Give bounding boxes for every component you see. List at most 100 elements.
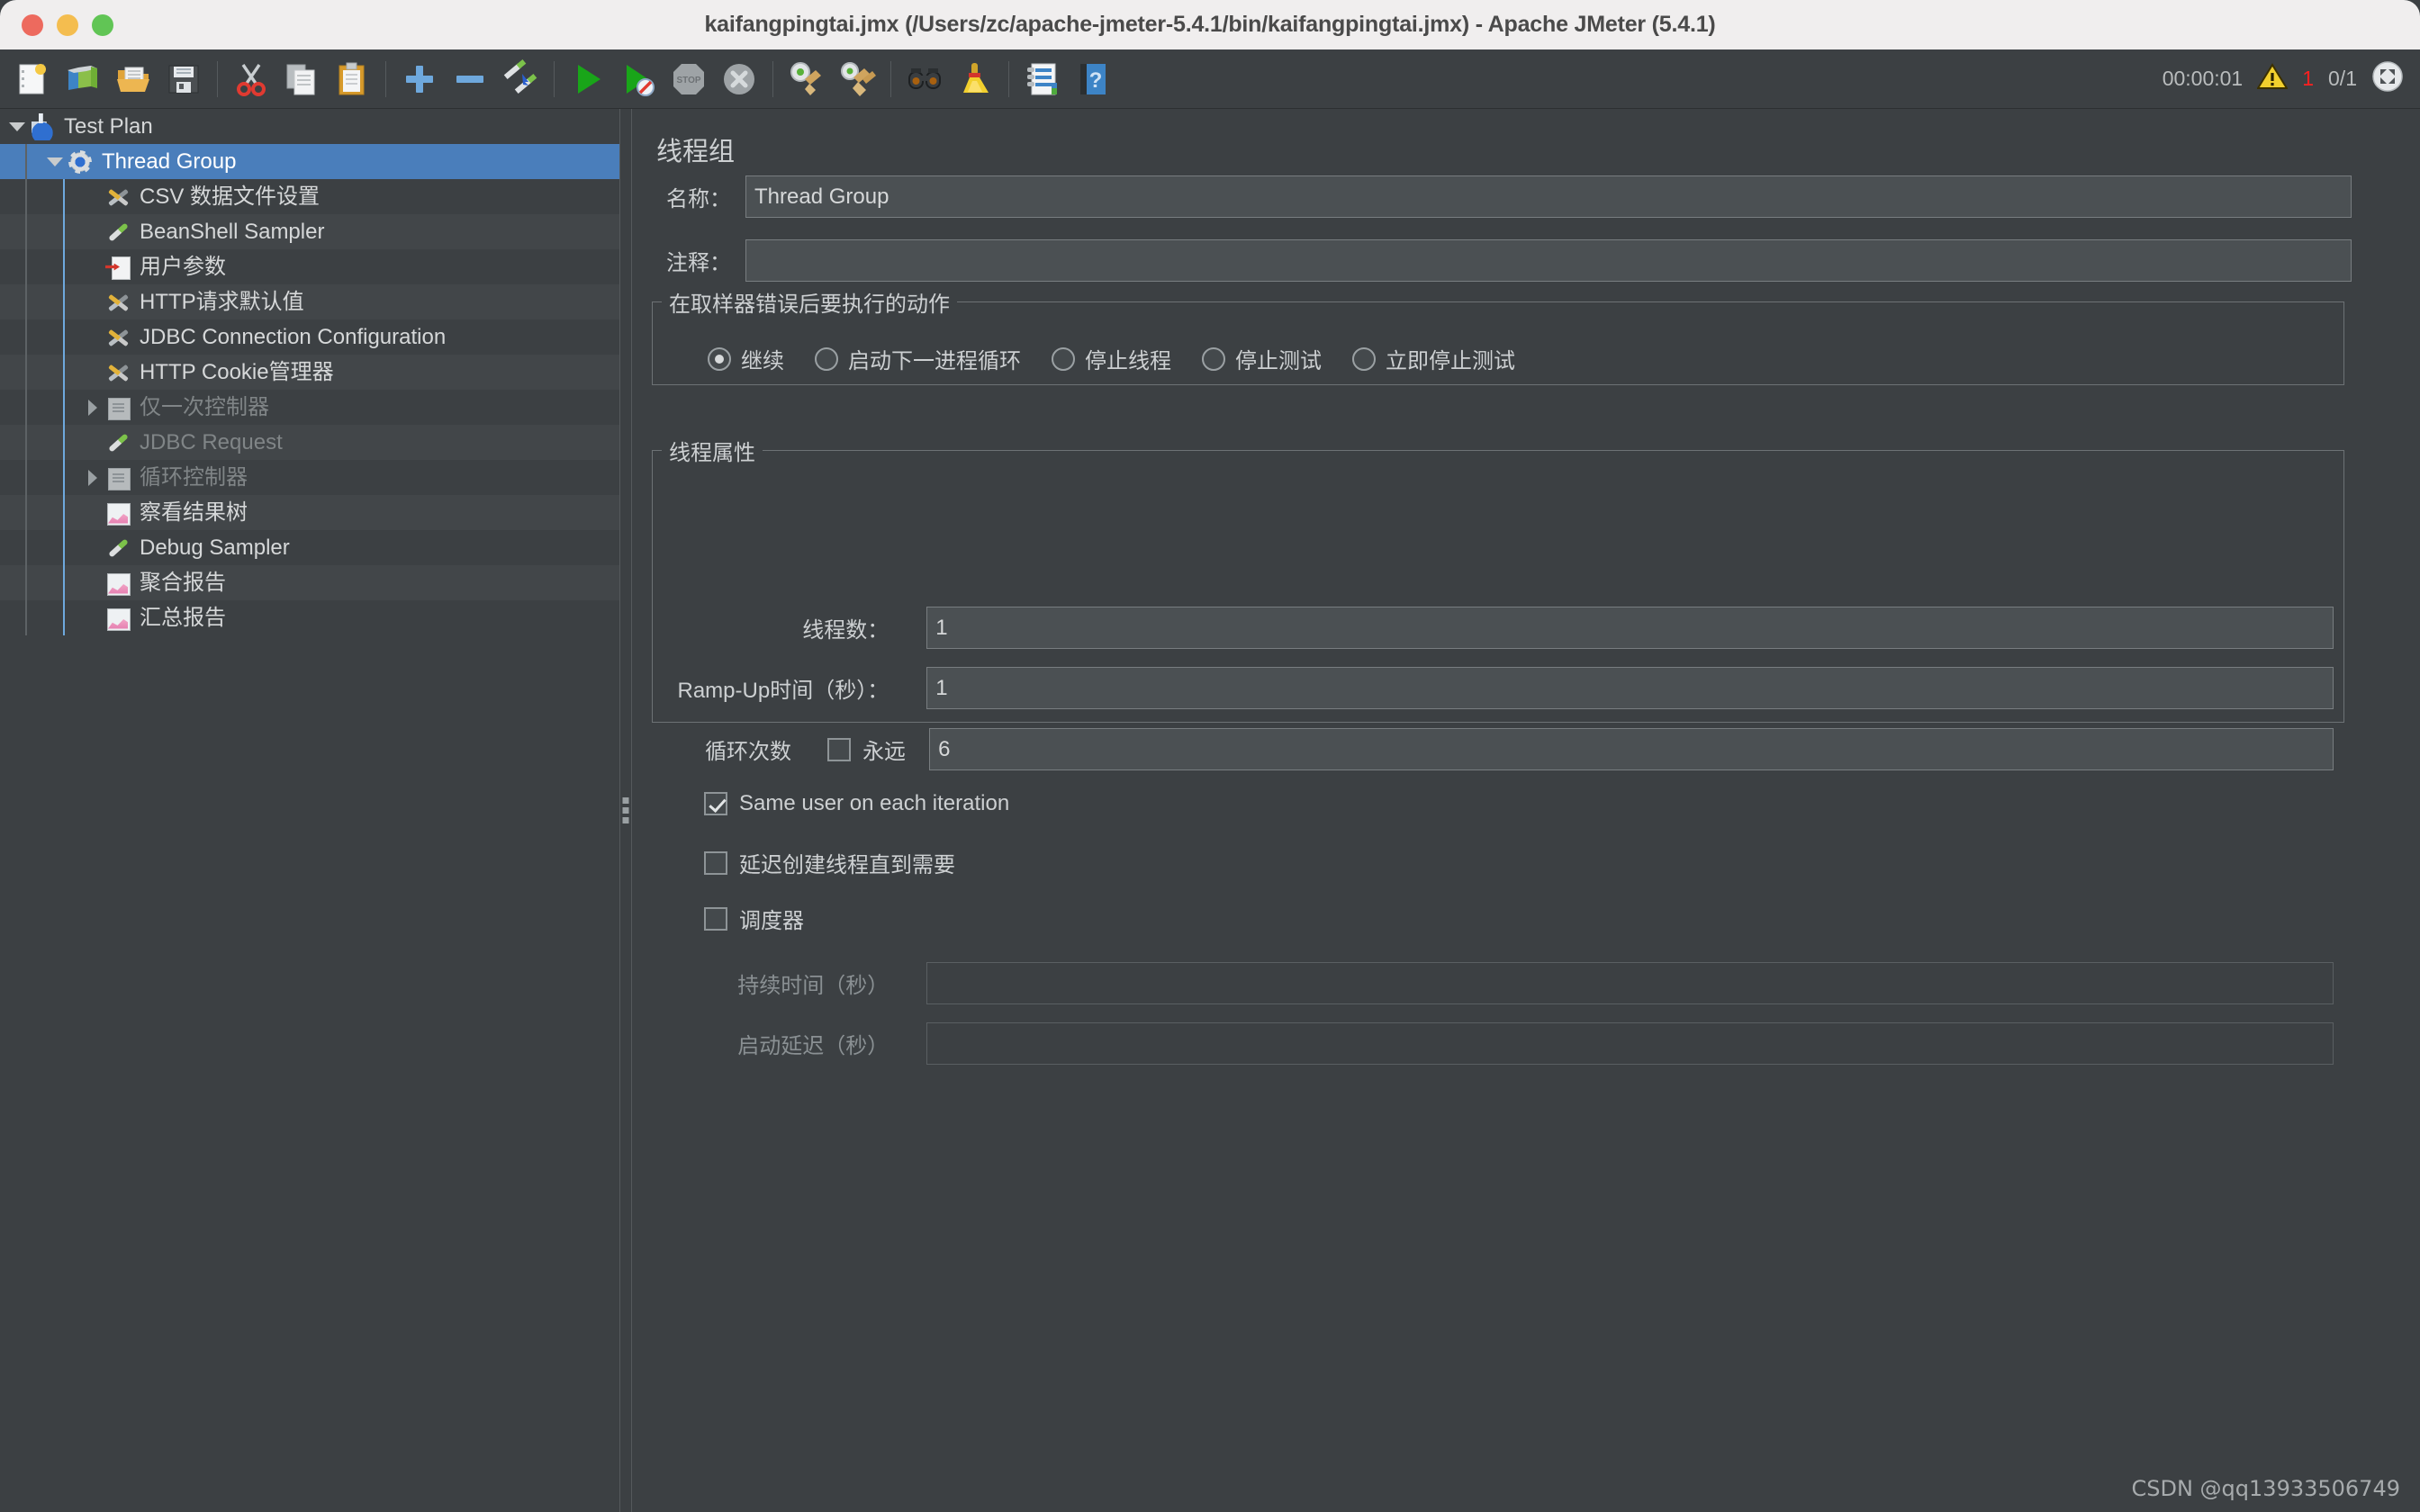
save-icon[interactable] xyxy=(158,54,209,104)
tree-twisty-empty xyxy=(81,607,104,630)
toolbar-separator xyxy=(1008,60,1009,97)
tree-node[interactable]: 聚合报告 xyxy=(0,565,619,600)
radio-mark[interactable] xyxy=(708,346,731,371)
jmeter-window: kaifangpingtai.jmx (/Users/zc/apache-jme… xyxy=(0,0,2420,1512)
test-plan-tree-panel[interactable]: Test Plan Thread Group CSV 数据文件设置 BeanShell… xyxy=(0,109,619,1512)
listener-icon xyxy=(104,605,131,632)
start-no-pause-icon[interactable] xyxy=(613,54,664,104)
tree-node[interactable]: JDBC Request xyxy=(0,425,619,460)
tree-twisty-empty xyxy=(81,185,104,209)
error-action-radio[interactable]: 停止线程 xyxy=(1052,343,1171,374)
error-action-radio[interactable]: 启动下一进程循环 xyxy=(815,343,1021,374)
tree-node[interactable]: Test Plan xyxy=(0,109,619,144)
radio-mark[interactable] xyxy=(1202,346,1225,371)
help-icon[interactable]: ? xyxy=(1068,54,1118,104)
chevron-down-icon[interactable] xyxy=(43,150,67,174)
clear-icon[interactable] xyxy=(781,54,832,104)
tree-node[interactable]: JDBC Connection Configuration xyxy=(0,320,619,355)
radio-mark[interactable] xyxy=(815,346,838,371)
reset-search-icon[interactable] xyxy=(950,54,1000,104)
thread-count-input[interactable] xyxy=(926,607,2334,649)
thread-count-row: 线程数： xyxy=(668,607,2334,649)
duration-label: 持续时间（秒） xyxy=(737,974,889,998)
open-icon[interactable] xyxy=(108,54,158,104)
clear-all-icon[interactable] xyxy=(832,54,882,104)
toggle-icon[interactable] xyxy=(495,54,546,104)
tree-node[interactable]: 察看结果树 xyxy=(0,495,619,530)
tree-node-label: 循环控制器 xyxy=(140,464,248,490)
tree-node[interactable]: 循环控制器 xyxy=(0,460,619,495)
chevron-right-icon[interactable] xyxy=(81,466,104,490)
error-action-radio-label: 停止线程 xyxy=(1085,349,1171,374)
loop-count-input[interactable] xyxy=(929,728,2334,770)
tree-twisty-empty xyxy=(81,291,104,314)
toolbar-separator xyxy=(554,60,555,97)
error-action-radio[interactable]: 继续 xyxy=(708,343,784,374)
watermark: CSDN @qq13933506749 xyxy=(2131,1476,2401,1501)
tree-twisty-empty xyxy=(81,501,104,525)
tree-guide xyxy=(63,565,65,600)
chevron-right-icon[interactable] xyxy=(81,396,104,419)
search-icon[interactable] xyxy=(899,54,950,104)
delay-thread-creation-row[interactable]: 延迟创建线程直到需要 xyxy=(704,847,955,878)
scheduler-row[interactable]: 调度器 xyxy=(704,903,804,934)
shutdown-icon[interactable] xyxy=(714,54,764,104)
expand-all-icon[interactable] xyxy=(394,54,445,104)
tree-guide xyxy=(25,530,27,565)
splitter-grip[interactable] xyxy=(622,797,629,824)
warning-triangle-icon[interactable] xyxy=(2256,62,2289,95)
tree-node[interactable]: Thread Group xyxy=(0,144,619,179)
error-action-radio[interactable]: 立即停止测试 xyxy=(1352,343,1515,374)
stop-icon[interactable]: STOP xyxy=(664,54,714,104)
copy-icon[interactable] xyxy=(276,54,327,104)
name-input[interactable] xyxy=(745,176,2352,218)
paste-icon[interactable] xyxy=(327,54,377,104)
sampler-error-action-radios[interactable]: 继续 启动下一进程循环 停止线程 停止测试 立即停止测试 xyxy=(708,343,1546,374)
toolbar-status: 00:00:01 1 0/1 xyxy=(2163,60,2420,98)
tree-node[interactable]: BeanShell Sampler xyxy=(0,214,619,249)
function-helper-icon[interactable] xyxy=(1017,54,1068,104)
tree-node-label: CSV 数据文件设置 xyxy=(140,184,321,209)
tree-node-label: Debug Sampler xyxy=(140,535,290,560)
tree-node[interactable]: HTTP请求默认值 xyxy=(0,284,619,320)
delay-thread-creation-checkbox[interactable] xyxy=(704,850,727,875)
tree-node[interactable]: 用户参数 xyxy=(0,249,619,284)
maximize-button[interactable] xyxy=(92,14,113,36)
templates-icon[interactable] xyxy=(58,54,108,104)
radio-mark[interactable] xyxy=(1052,346,1075,371)
scheduler-checkbox[interactable] xyxy=(704,906,727,931)
duration-input[interactable] xyxy=(926,962,2334,1004)
remote-status-icon[interactable] xyxy=(2371,60,2404,98)
forever-checkbox[interactable] xyxy=(827,737,852,761)
tree-node[interactable]: CSV 数据文件设置 xyxy=(0,179,619,214)
chevron-down-icon[interactable] xyxy=(5,115,29,139)
tree-guide xyxy=(25,355,27,390)
window-title: kaifangpingtai.jmx (/Users/zc/apache-jme… xyxy=(704,12,1716,37)
tree-node[interactable]: Debug Sampler xyxy=(0,530,619,565)
collapse-all-icon[interactable] xyxy=(445,54,495,104)
close-button[interactable] xyxy=(22,14,43,36)
start-icon[interactable] xyxy=(563,54,613,104)
test-plan-tree[interactable]: Test Plan Thread Group CSV 数据文件设置 BeanShell… xyxy=(0,109,619,635)
startup-delay-input[interactable] xyxy=(926,1022,2334,1065)
error-action-radio[interactable]: 停止测试 xyxy=(1202,343,1322,374)
tree-node[interactable]: HTTP Cookie管理器 xyxy=(0,355,619,390)
new-icon[interactable] xyxy=(7,54,58,104)
panel-splitter[interactable] xyxy=(619,109,632,1512)
page-title: 线程组 xyxy=(656,138,736,166)
tree-guide xyxy=(63,495,65,530)
tree-twisty-empty xyxy=(81,361,104,384)
tree-guide xyxy=(25,390,27,425)
window-controls xyxy=(22,14,113,36)
cut-icon[interactable] xyxy=(226,54,276,104)
same-user-row[interactable]: Same user on each iteration xyxy=(704,791,1009,816)
minimize-button[interactable] xyxy=(57,14,78,36)
comment-input[interactable] xyxy=(745,239,2352,282)
radio-mark[interactable] xyxy=(1352,346,1376,371)
tree-guide xyxy=(25,249,27,284)
ramp-up-input[interactable] xyxy=(926,667,2334,709)
tree-node[interactable]: 汇总报告 xyxy=(0,600,619,635)
same-user-checkbox[interactable] xyxy=(704,792,727,815)
tree-node[interactable]: 仅一次控制器 xyxy=(0,390,619,425)
thread-count-label: 线程数： xyxy=(802,618,889,643)
